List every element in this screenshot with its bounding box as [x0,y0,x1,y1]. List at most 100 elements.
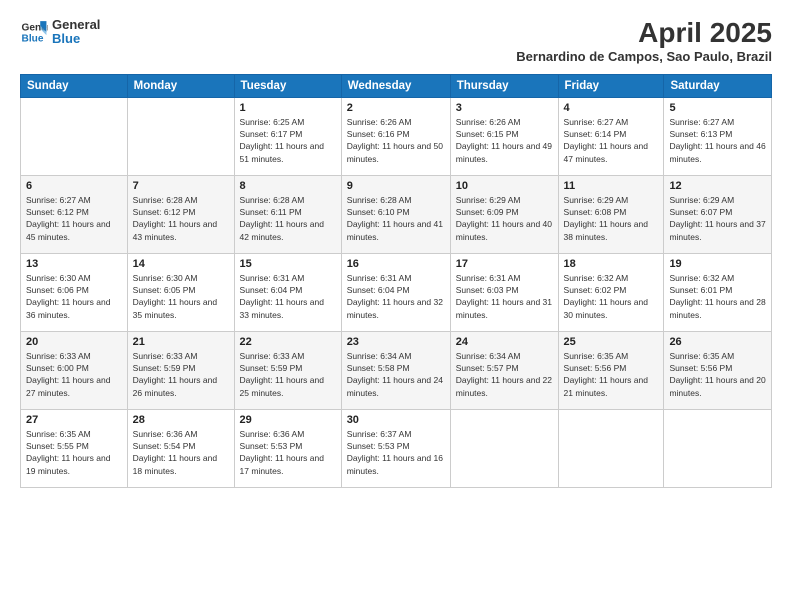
calendar-cell [450,409,558,487]
calendar-week-3: 13 Sunrise: 6:30 AMSunset: 6:06 PMDayligh… [21,253,772,331]
col-saturday: Saturday [664,74,772,97]
day-number: 7 [133,180,229,192]
day-info: Sunrise: 6:29 AMSunset: 6:09 PMDaylight:… [456,194,553,243]
day-info: Sunrise: 6:26 AMSunset: 6:16 PMDaylight:… [347,116,445,165]
day-info: Sunrise: 6:29 AMSunset: 6:08 PMDaylight:… [564,194,659,243]
day-info: Sunrise: 6:33 AMSunset: 5:59 PMDaylight:… [133,350,229,399]
day-number: 5 [669,102,766,114]
day-info: Sunrise: 6:27 AMSunset: 6:13 PMDaylight:… [669,116,766,165]
calendar-cell [664,409,772,487]
calendar-cell: 1 Sunrise: 6:25 AMSunset: 6:17 PMDaylight… [234,97,341,175]
day-info: Sunrise: 6:26 AMSunset: 6:15 PMDaylight:… [456,116,553,165]
day-info: Sunrise: 6:35 AMSunset: 5:56 PMDaylight:… [669,350,766,399]
day-info: Sunrise: 6:31 AMSunset: 6:03 PMDaylight:… [456,272,553,321]
logo-line1: General [52,18,100,32]
calendar-cell: 22 Sunrise: 6:33 AMSunset: 5:59 PMDayligh… [234,331,341,409]
day-number: 11 [564,180,659,192]
day-info: Sunrise: 6:33 AMSunset: 5:59 PMDaylight:… [240,350,336,399]
calendar-cell: 7 Sunrise: 6:28 AMSunset: 6:12 PMDaylight… [127,175,234,253]
day-number: 10 [456,180,553,192]
svg-text:Blue: Blue [22,34,44,45]
day-info: Sunrise: 6:29 AMSunset: 6:07 PMDaylight:… [669,194,766,243]
calendar-cell: 23Sunrise: 6:34 AMSunset: 5:58 PMDayligh… [341,331,450,409]
day-number: 13 [26,258,122,270]
day-number: 21 [133,336,229,348]
day-number: 2 [347,102,445,114]
day-number: 30 [347,414,445,426]
calendar-cell: 6Sunrise: 6:27 AMSunset: 6:12 PMDaylight… [21,175,128,253]
day-info: Sunrise: 6:27 AMSunset: 6:12 PMDaylight:… [26,194,122,243]
day-number: 17 [456,258,553,270]
day-info: Sunrise: 6:34 AMSunset: 5:57 PMDaylight:… [456,350,553,399]
calendar-cell: 17 Sunrise: 6:31 AMSunset: 6:03 PMDayligh… [450,253,558,331]
calendar-cell: 4 Sunrise: 6:27 AMSunset: 6:14 PMDaylight… [558,97,664,175]
main-title: April 2025 [516,18,772,49]
day-info: Sunrise: 6:31 AMSunset: 6:04 PMDaylight:… [347,272,445,321]
day-info: Sunrise: 6:32 AMSunset: 6:01 PMDaylight:… [669,272,766,321]
logo-icon: General Blue [20,18,48,46]
logo-line2: Blue [52,32,100,46]
day-number: 29 [240,414,336,426]
calendar-cell: 28 Sunrise: 6:36 AMSunset: 5:54 PMDayligh… [127,409,234,487]
day-info: Sunrise: 6:28 AMSunset: 6:12 PMDaylight:… [133,194,229,243]
day-number: 26 [669,336,766,348]
calendar-cell: 14Sunrise: 6:30 AMSunset: 6:05 PMDayligh… [127,253,234,331]
day-number: 24 [456,336,553,348]
day-info: Sunrise: 6:25 AMSunset: 6:17 PMDaylight:… [240,116,336,165]
day-number: 20 [26,336,122,348]
calendar-cell: 21 Sunrise: 6:33 AMSunset: 5:59 PMDayligh… [127,331,234,409]
calendar-cell: 12 Sunrise: 6:29 AMSunset: 6:07 PMDayligh… [664,175,772,253]
calendar-week-1: 1 Sunrise: 6:25 AMSunset: 6:17 PMDaylight… [21,97,772,175]
day-number: 14 [133,258,229,270]
calendar-week-2: 6Sunrise: 6:27 AMSunset: 6:12 PMDaylight… [21,175,772,253]
day-number: 4 [564,102,659,114]
day-info: Sunrise: 6:27 AMSunset: 6:14 PMDaylight:… [564,116,659,165]
day-number: 8 [240,180,336,192]
col-monday: Monday [127,74,234,97]
day-info: Sunrise: 6:35 AMSunset: 5:55 PMDaylight:… [26,428,122,477]
calendar-header-row: Sunday Monday Tuesday Wednesday Thursday… [21,74,772,97]
calendar-cell: 30 Sunrise: 6:37 AMSunset: 5:53 PMDayligh… [341,409,450,487]
calendar-cell: 29 Sunrise: 6:36 AMSunset: 5:53 PMDayligh… [234,409,341,487]
day-number: 3 [456,102,553,114]
day-number: 9 [347,180,445,192]
col-sunday: Sunday [21,74,128,97]
col-tuesday: Tuesday [234,74,341,97]
day-number: 16 [347,258,445,270]
day-info: Sunrise: 6:32 AMSunset: 6:02 PMDaylight:… [564,272,659,321]
day-info: Sunrise: 6:28 AMSunset: 6:11 PMDaylight:… [240,194,336,243]
title-block: April 2025 Bernardino de Campos, Sao Pau… [516,18,772,64]
day-number: 25 [564,336,659,348]
logo: General Blue General Blue [20,18,100,47]
day-info: Sunrise: 6:31 AMSunset: 6:04 PMDaylight:… [240,272,336,321]
calendar-cell: 15Sunrise: 6:31 AMSunset: 6:04 PMDayligh… [234,253,341,331]
page: General Blue General Blue April 2025 Ber… [0,0,792,612]
day-number: 22 [240,336,336,348]
day-info: Sunrise: 6:36 AMSunset: 5:53 PMDaylight:… [240,428,336,477]
calendar-cell: 25Sunrise: 6:35 AMSunset: 5:56 PMDayligh… [558,331,664,409]
day-number: 1 [240,102,336,114]
calendar-cell: 10 Sunrise: 6:29 AMSunset: 6:09 PMDayligh… [450,175,558,253]
calendar-cell: 26 Sunrise: 6:35 AMSunset: 5:56 PMDayligh… [664,331,772,409]
calendar-cell [558,409,664,487]
calendar-cell: 11 Sunrise: 6:29 AMSunset: 6:08 PMDayligh… [558,175,664,253]
day-info: Sunrise: 6:36 AMSunset: 5:54 PMDaylight:… [133,428,229,477]
day-info: Sunrise: 6:28 AMSunset: 6:10 PMDaylight:… [347,194,445,243]
col-friday: Friday [558,74,664,97]
col-thursday: Thursday [450,74,558,97]
calendar-week-4: 20Sunrise: 6:33 AMSunset: 6:00 PMDayligh… [21,331,772,409]
day-number: 18 [564,258,659,270]
day-number: 28 [133,414,229,426]
calendar-cell: 24 Sunrise: 6:34 AMSunset: 5:57 PMDayligh… [450,331,558,409]
calendar-cell: 8 Sunrise: 6:28 AMSunset: 6:11 PMDaylight… [234,175,341,253]
day-number: 12 [669,180,766,192]
day-number: 19 [669,258,766,270]
day-number: 23 [347,336,445,348]
calendar-cell: 5 Sunrise: 6:27 AMSunset: 6:13 PMDaylight… [664,97,772,175]
calendar-cell [127,97,234,175]
calendar-cell: 13 Sunrise: 6:30 AMSunset: 6:06 PMDayligh… [21,253,128,331]
day-info: Sunrise: 6:37 AMSunset: 5:53 PMDaylight:… [347,428,445,477]
subtitle: Bernardino de Campos, Sao Paulo, Brazil [516,49,772,64]
day-info: Sunrise: 6:30 AMSunset: 6:06 PMDaylight:… [26,272,122,321]
calendar-cell: 20Sunrise: 6:33 AMSunset: 6:00 PMDayligh… [21,331,128,409]
